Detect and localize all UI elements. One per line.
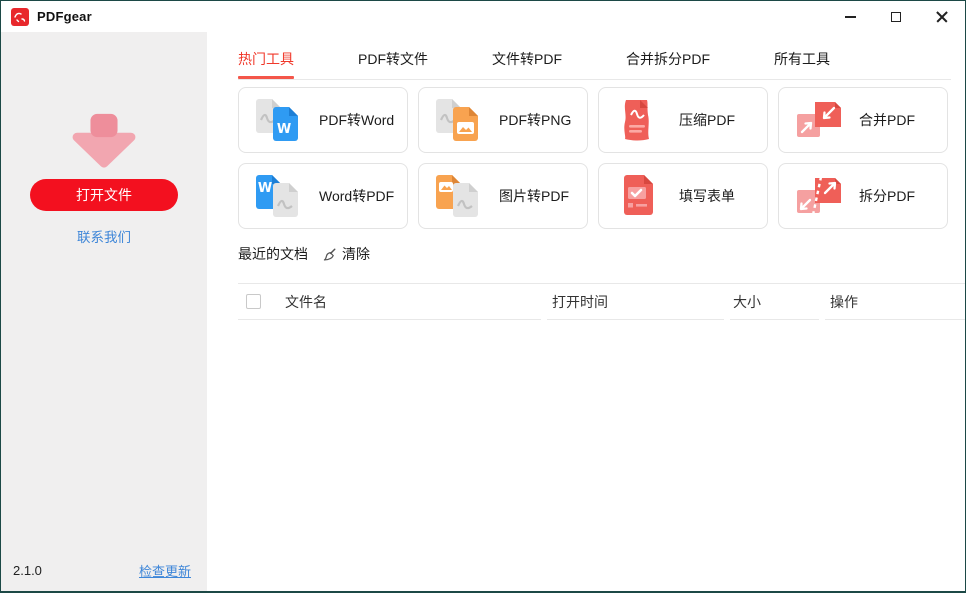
column-label: 大小 xyxy=(733,293,761,310)
tabs-divider xyxy=(238,79,951,80)
version-label: 2.1.0 xyxy=(13,563,42,578)
column-filename: 文件名 xyxy=(238,284,541,320)
tool-tabs: 热门工具 PDF转文件 文件转PDF 合并拆分PDF 所有工具 xyxy=(207,32,965,79)
tool-grid: W PDF转Word PDF转PNG 压缩PDF 合并PDF W Word转PD… xyxy=(238,87,948,229)
main-panel: 热门工具 PDF转文件 文件转PDF 合并拆分PDF 所有工具 W PDF转Wo… xyxy=(207,32,965,591)
tool-label: PDF转PNG xyxy=(499,112,572,128)
tool-label: 合并PDF xyxy=(859,112,915,128)
compress-pdf-icon xyxy=(614,98,662,142)
open-file-button[interactable]: 打开文件 xyxy=(30,179,178,211)
column-label: 操作 xyxy=(830,293,858,310)
download-arrow-icon xyxy=(72,113,136,168)
pdf-to-word-icon: W xyxy=(254,98,302,142)
tool-card-pdf-to-png[interactable]: PDF转PNG xyxy=(418,87,588,153)
tool-card-fill-form[interactable]: 填写表单 xyxy=(598,163,768,229)
tab-file-to-pdf[interactable]: 文件转PDF xyxy=(492,49,562,79)
fill-form-icon xyxy=(614,174,662,218)
select-all-checkbox[interactable] xyxy=(246,294,261,309)
sidebar-footer: 2.1.0 检查更新 xyxy=(13,561,191,580)
contact-us-link[interactable]: 联系我们 xyxy=(77,226,131,246)
image-to-pdf-icon xyxy=(434,174,482,218)
tab-hot-tools[interactable]: 热门工具 xyxy=(238,49,294,79)
tool-card-pdf-to-word[interactable]: W PDF转Word xyxy=(238,87,408,153)
word-to-pdf-icon: W xyxy=(254,174,302,218)
tool-card-split-pdf[interactable]: 拆分PDF xyxy=(778,163,948,229)
tool-label: PDF转Word xyxy=(319,112,395,128)
maximize-button[interactable] xyxy=(873,1,919,32)
tool-card-merge-pdf[interactable]: 合并PDF xyxy=(778,87,948,153)
column-label: 打开时间 xyxy=(552,293,608,310)
sidebar: 打开文件 联系我们 2.1.0 检查更新 xyxy=(1,32,207,591)
close-button[interactable] xyxy=(919,1,965,32)
recent-table-header: 文件名 打开时间 大小 操作 xyxy=(238,283,965,320)
tab-merge-split-pdf[interactable]: 合并拆分PDF xyxy=(626,49,710,79)
svg-text:W: W xyxy=(258,181,272,196)
broom-icon xyxy=(323,248,336,261)
titlebar: PDFgear xyxy=(1,1,965,32)
column-operation: 操作 xyxy=(825,284,965,320)
close-icon xyxy=(936,11,948,23)
column-size: 大小 xyxy=(730,284,819,320)
window-controls xyxy=(827,1,965,32)
pdf-to-png-icon xyxy=(434,98,482,142)
pdfgear-logo-icon xyxy=(11,7,29,26)
recent-table-empty-area xyxy=(207,320,965,591)
pdfgear-window: PDFgear 打开文件 联系我们 2.1.0 检查更新 热门工具 PDF转文件… xyxy=(0,0,966,593)
maximize-icon xyxy=(891,11,901,22)
app-title: PDFgear xyxy=(37,9,92,24)
clear-recent-button[interactable]: 清除 xyxy=(322,244,370,264)
column-open-time: 打开时间 xyxy=(547,284,724,320)
check-update-link[interactable]: 检查更新 xyxy=(139,561,191,580)
tool-card-word-to-pdf[interactable]: W Word转PDF xyxy=(238,163,408,229)
tool-label: 压缩PDF xyxy=(679,112,735,128)
tool-label: 填写表单 xyxy=(679,188,735,204)
tool-card-image-to-pdf[interactable]: 图片转PDF xyxy=(418,163,588,229)
recent-documents-bar: 最近的文档 清除 xyxy=(238,244,965,264)
recent-documents-title: 最近的文档 xyxy=(238,246,308,262)
clear-recent-label: 清除 xyxy=(342,246,370,262)
minimize-button[interactable] xyxy=(827,1,873,32)
svg-text:W: W xyxy=(277,122,291,137)
tab-pdf-to-file[interactable]: PDF转文件 xyxy=(358,49,428,79)
tool-label: 拆分PDF xyxy=(859,188,915,204)
split-pdf-icon xyxy=(794,174,842,218)
tool-label: Word转PDF xyxy=(319,188,395,204)
column-label: 文件名 xyxy=(285,293,327,310)
tool-label: 图片转PDF xyxy=(499,188,569,204)
merge-pdf-icon xyxy=(794,98,842,142)
minimize-icon xyxy=(844,15,856,18)
tool-card-compress-pdf[interactable]: 压缩PDF xyxy=(598,87,768,153)
tab-all-tools[interactable]: 所有工具 xyxy=(774,49,830,79)
